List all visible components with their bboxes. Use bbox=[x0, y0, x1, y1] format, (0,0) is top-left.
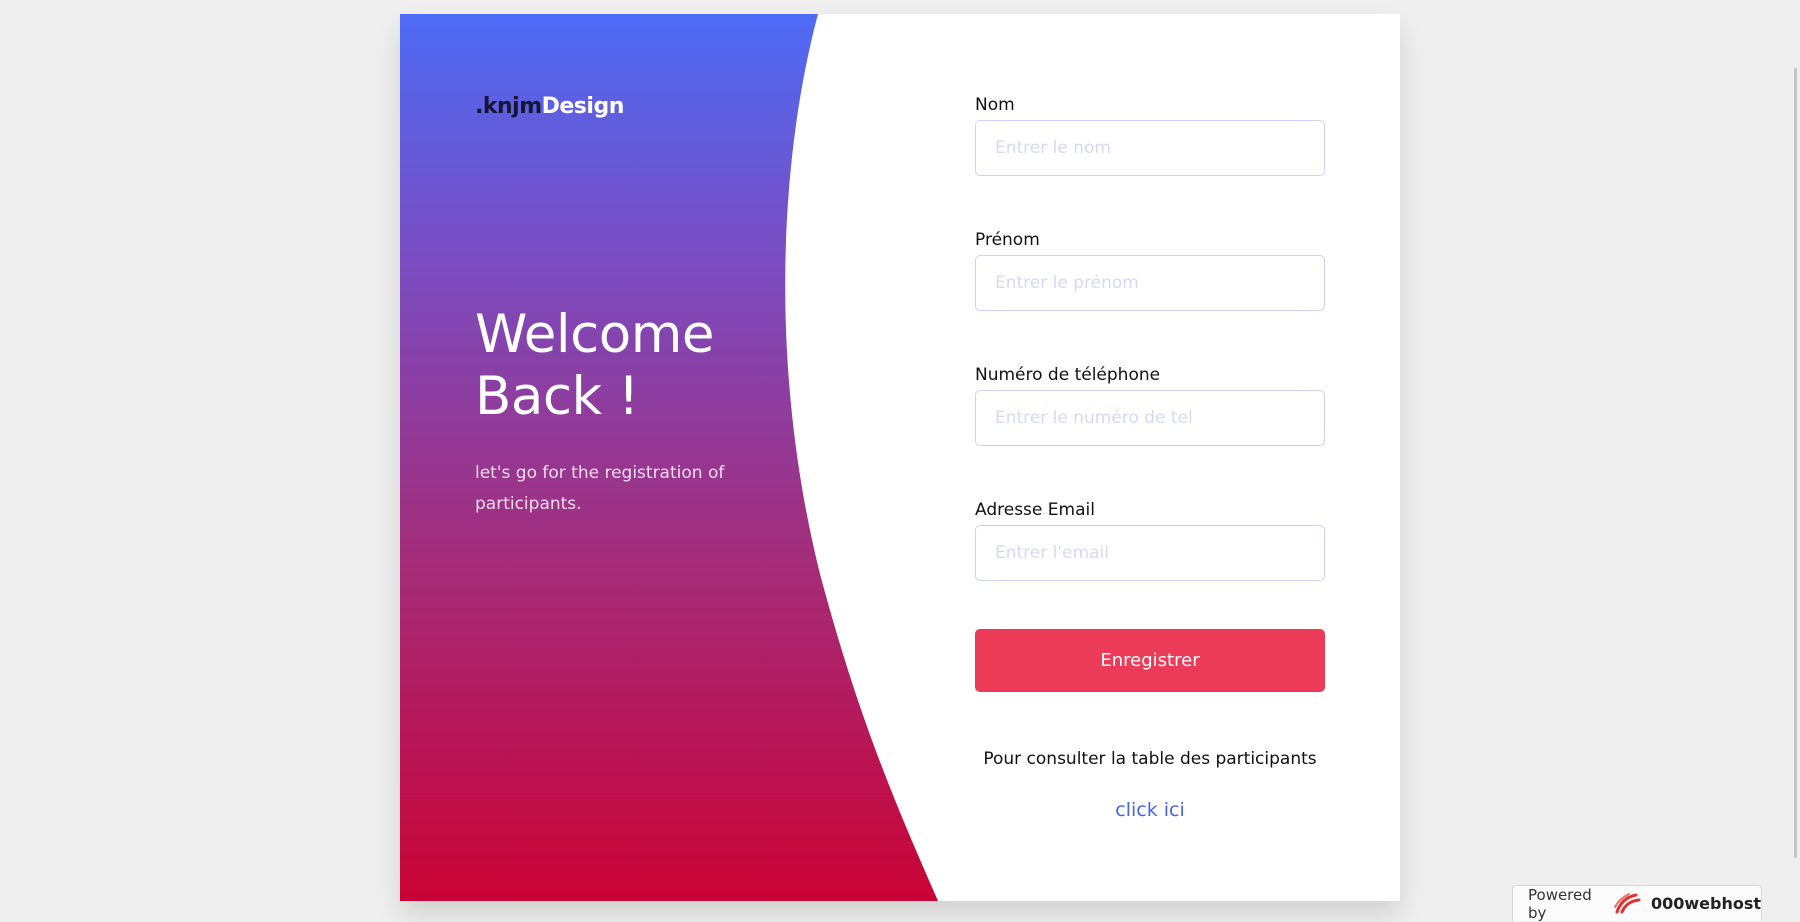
welcome-subtitle: let's go for the registration of partici… bbox=[475, 463, 725, 514]
registration-card: .knjmDesign Welcome Back ! let's go for … bbox=[400, 14, 1400, 901]
logo-text-light: Design bbox=[541, 94, 624, 119]
email-input[interactable] bbox=[975, 525, 1325, 581]
phone-number-label: Numéro de téléphone bbox=[975, 365, 1161, 385]
last-name-input[interactable] bbox=[975, 120, 1325, 176]
logo-text-dark: .knjm bbox=[475, 94, 542, 119]
powered-by-text: Powered by bbox=[1528, 885, 1592, 922]
brand-logo: .knjmDesign bbox=[475, 94, 624, 119]
last-name-label: Nom bbox=[975, 95, 1015, 115]
consult-table-link[interactable]: click ici bbox=[975, 799, 1325, 821]
page-scrollbar[interactable] bbox=[1794, 0, 1800, 920]
email-label: Adresse Email bbox=[975, 500, 1095, 520]
first-name-label: Prénom bbox=[975, 230, 1040, 250]
phone-number-input[interactable] bbox=[975, 390, 1325, 446]
powered-by-badge[interactable]: Powered by 000webhost bbox=[1512, 885, 1762, 922]
000webhost-brand-text: 000webhost bbox=[1650, 894, 1761, 913]
scrollbar-thumb[interactable] bbox=[1794, 68, 1797, 858]
register-button[interactable]: Enregistrer bbox=[975, 629, 1325, 692]
000webhost-logo-icon bbox=[1612, 890, 1642, 918]
welcome-title: Welcome Back ! bbox=[475, 304, 714, 427]
first-name-input[interactable] bbox=[975, 255, 1325, 311]
consult-table-text: Pour consulter la table des participants bbox=[983, 749, 1317, 769]
